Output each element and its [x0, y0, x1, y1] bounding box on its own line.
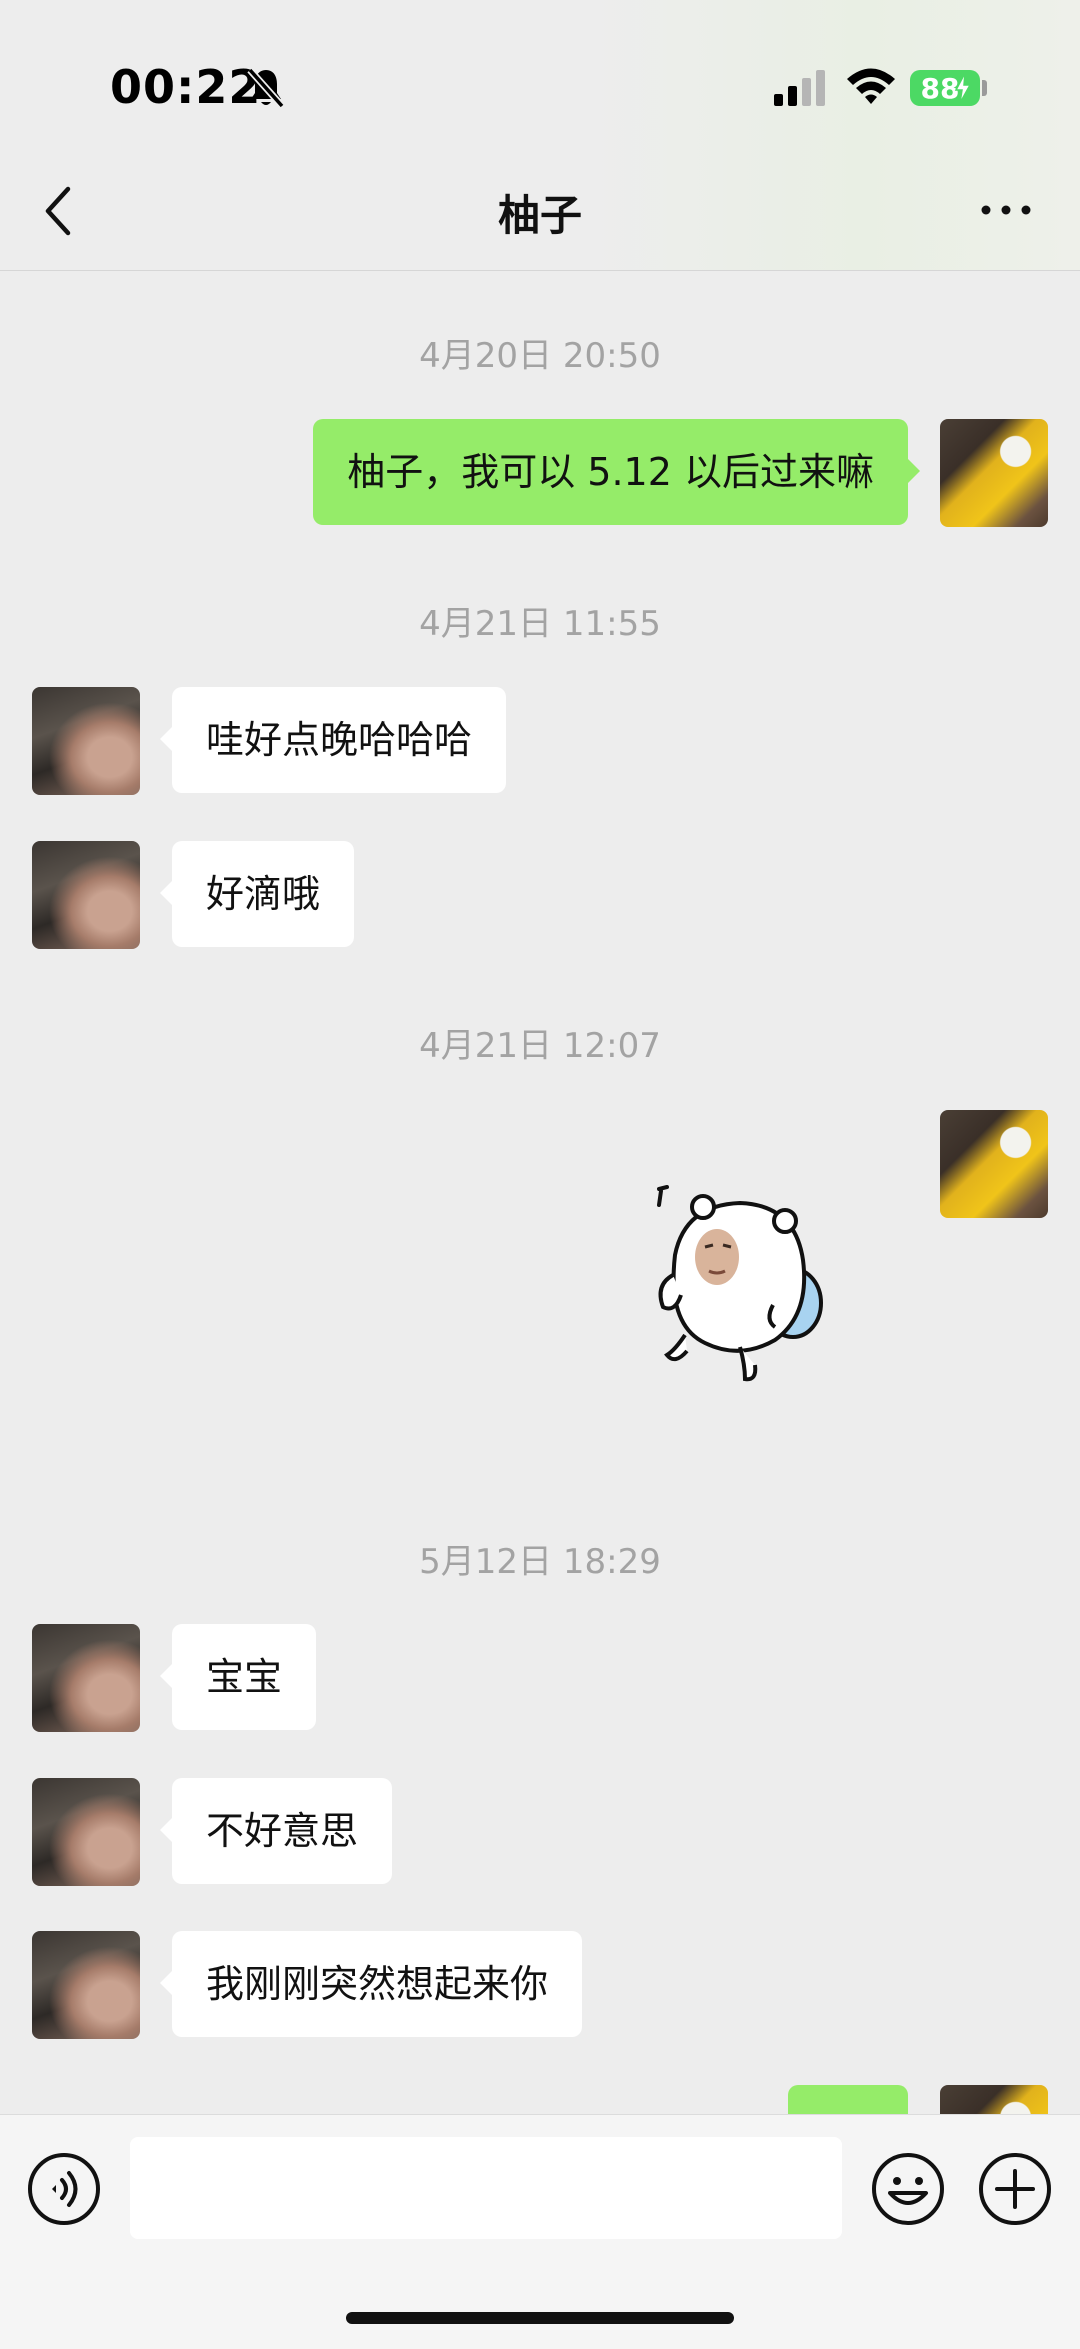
my-avatar[interactable]	[940, 1110, 1048, 1218]
cellular-signal-icon	[774, 70, 825, 106]
timestamp: 4月20日 20:50	[419, 336, 661, 376]
outgoing-message-bubble[interactable]: 柚子，我可以 5.12 以后过来嘛	[313, 419, 920, 525]
contact-avatar[interactable]	[32, 1624, 140, 1732]
chat-title: 柚子	[497, 191, 582, 240]
home-indicator	[346, 2312, 734, 2324]
battery-cap	[982, 80, 987, 96]
contact-avatar[interactable]	[32, 1931, 140, 2039]
more-dots-icon[interactable]	[980, 200, 1032, 220]
incoming-message-bubble[interactable]: 我刚刚突然想起来你	[159, 1931, 583, 2037]
contact-avatar[interactable]	[32, 687, 140, 795]
my-avatar[interactable]	[940, 419, 1048, 527]
plus-icon[interactable]	[977, 2151, 1053, 2227]
incoming-message-bubble[interactable]: 不好意思	[159, 1778, 393, 1884]
battery-charging-icon	[954, 72, 972, 104]
timestamp: 5月12日 18:29	[419, 1542, 661, 1582]
incoming-message-bubble[interactable]: 哇好点晚哈哈哈	[159, 687, 507, 793]
emoji-icon[interactable]	[870, 2151, 946, 2227]
message-input[interactable]	[130, 2137, 842, 2239]
top-bar: 00:22 88 柚子	[0, 0, 1080, 271]
timestamp: 4月21日 12:07	[419, 1026, 661, 1066]
status-time: 00:22	[110, 60, 262, 114]
timestamp: 4月21日 11:55	[419, 604, 661, 644]
wifi-icon	[847, 68, 895, 104]
contact-avatar[interactable]	[32, 841, 140, 949]
incoming-message-bubble[interactable]: 宝宝	[159, 1624, 317, 1730]
contact-avatar[interactable]	[32, 1778, 140, 1886]
mute-bell-icon	[247, 67, 285, 109]
incoming-message-bubble[interactable]: 好滴哦	[159, 841, 355, 947]
sticker-bear-icon[interactable]	[645, 1175, 835, 1410]
voice-icon[interactable]	[26, 2151, 102, 2227]
